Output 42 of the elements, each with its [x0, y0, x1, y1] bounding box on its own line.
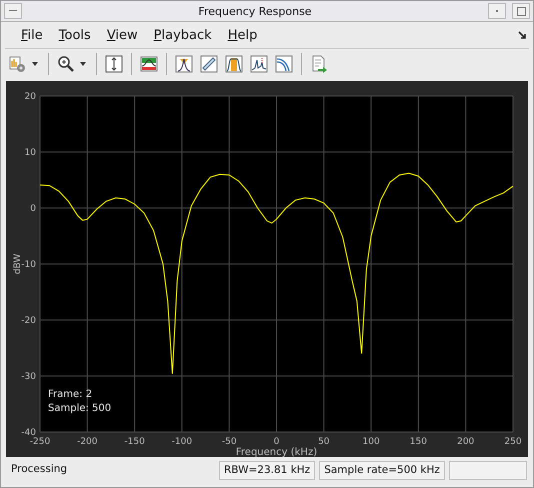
x-tick-label: -50 [222, 437, 237, 447]
y-tick-label: 10 [24, 148, 36, 158]
ruler-icon[interactable] [198, 53, 220, 75]
y-tick-label: -10 [21, 260, 36, 270]
undock-arrow-icon[interactable] [516, 28, 529, 42]
status-text: Processing [10, 462, 68, 476]
plot-info-text: Frame: 2 [48, 389, 92, 400]
x-tick-label: 250 [504, 437, 522, 447]
status-text: Sample rate=500 kHz [319, 460, 445, 480]
y-tick-label: -30 [21, 372, 36, 382]
y-tick-label: 0 [30, 204, 36, 214]
x-tick-label: -250 [30, 437, 50, 447]
x-tick-label: -150 [124, 437, 145, 447]
maximize-button[interactable] [512, 3, 530, 19]
x-tick-label: 100 [362, 437, 380, 447]
status-text: RBW=23.81 kHz [219, 460, 316, 480]
y-tick-label: 20 [24, 92, 36, 102]
menu-item[interactable]: Help [220, 26, 266, 44]
x-axis-label: Frequency (kHz) [236, 447, 318, 457]
y-tick-label: -20 [21, 316, 36, 326]
menu-item[interactable]: Playback [146, 26, 220, 44]
y-tick-label: -40 [21, 428, 36, 438]
y-axis-label: dBW [13, 254, 23, 274]
x-tick-label: 0 [274, 437, 280, 447]
menu-item[interactable]: View [98, 26, 146, 44]
x-tick-label: -100 [172, 437, 192, 447]
x-tick-label: 200 [457, 437, 474, 447]
dash-icon [9, 10, 17, 12]
x-tick-label: 150 [410, 437, 427, 447]
x-tick-label: -200 [77, 437, 98, 447]
x-tick-label: 50 [318, 437, 330, 447]
window-title: Frequency Response [197, 4, 313, 18]
window-menu-button[interactable] [4, 3, 22, 19]
peaks-icon[interactable] [248, 53, 270, 75]
menu-item[interactable]: File [13, 26, 51, 44]
square-icon [516, 6, 526, 16]
bars-icon[interactable] [223, 53, 245, 75]
peak-icon[interactable] [173, 53, 195, 75]
menu-item[interactable]: Tools [50, 26, 99, 44]
curves-icon[interactable] [273, 53, 295, 75]
vertical-arrows-icon[interactable] [103, 53, 125, 75]
plot-info-text: Sample: 500 [48, 403, 112, 414]
